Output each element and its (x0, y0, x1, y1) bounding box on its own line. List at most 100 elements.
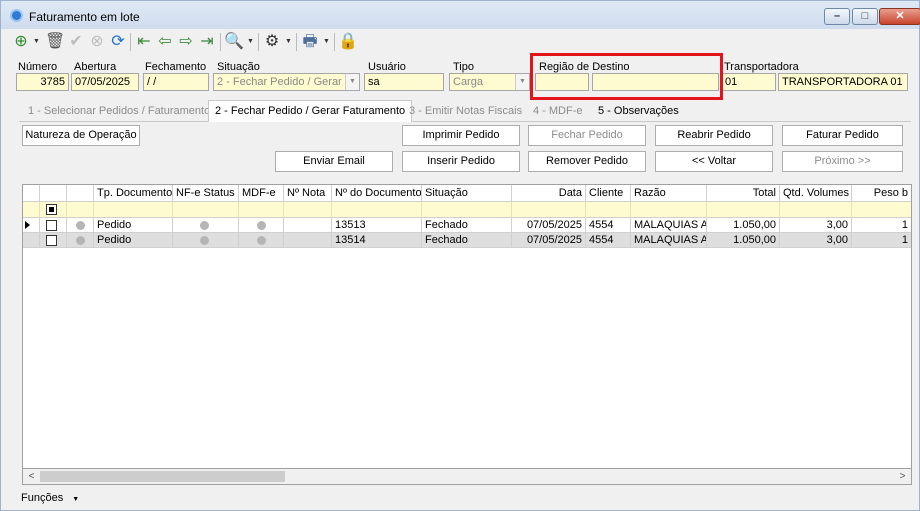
column-header[interactable]: Peso b (852, 185, 911, 202)
filter-cell[interactable] (239, 202, 284, 218)
close-button[interactable]: ✕ (879, 8, 920, 25)
filter-cell[interactable] (173, 202, 239, 218)
settings-dropdown-icon[interactable]: ▼ (285, 32, 293, 52)
column-header[interactable]: Nº do Documento (332, 185, 422, 202)
filter-cell[interactable] (631, 202, 707, 218)
trash-icon[interactable]: 🗑 (45, 32, 65, 52)
orders-grid[interactable]: Tp. Documento NF-e Status MDF-e Nº Nota … (22, 184, 912, 485)
filter-cell[interactable] (332, 202, 422, 218)
select-column-header (40, 185, 67, 202)
minimize-icon: – (833, 10, 841, 22)
column-header[interactable]: Razão (631, 185, 707, 202)
tipo-cell: Pedido (94, 218, 173, 233)
toolbar-separator (130, 33, 131, 51)
inserir-pedido-button[interactable]: Inserir Pedido (402, 151, 520, 172)
filter-cell[interactable] (780, 202, 852, 218)
row-indicator (23, 233, 40, 248)
confirm-icon[interactable]: ✔ (66, 32, 86, 52)
grid-filter-row[interactable] (23, 202, 911, 218)
scroll-right-icon[interactable]: > (894, 469, 911, 484)
search-dropdown-icon[interactable]: ▼ (247, 32, 255, 52)
table-row[interactable]: Pedido 13513 Fechado 07/05/2025 4554 MAL… (23, 218, 911, 233)
next-record-icon[interactable]: ⇨ (176, 32, 196, 52)
select-all-checkbox[interactable] (46, 204, 57, 215)
status-cell (67, 233, 94, 248)
imprimir-pedido-button[interactable]: Imprimir Pedido (402, 125, 520, 146)
print-icon[interactable]: 🖶 (300, 32, 320, 52)
filter-cell[interactable] (94, 202, 173, 218)
add-icon[interactable]: ⊕ (11, 32, 31, 52)
status-dot-icon (76, 221, 85, 230)
reabrir-pedido-button[interactable]: Reabrir Pedido (655, 125, 773, 146)
proximo-button[interactable]: Próximo >> (782, 151, 903, 172)
filter-cell[interactable] (586, 202, 631, 218)
row-checkbox[interactable] (46, 220, 57, 231)
maximize-button[interactable]: □ (852, 8, 878, 25)
minimize-button[interactable]: – (824, 8, 850, 25)
filter-cell[interactable] (284, 202, 332, 218)
filter-cell[interactable] (422, 202, 512, 218)
table-row[interactable]: Pedido 13514 Fechado 07/05/2025 4554 MAL… (23, 233, 911, 248)
print-dropdown-icon[interactable]: ▼ (323, 32, 331, 52)
tipo-select[interactable]: Carga ▼ (449, 73, 530, 91)
mdfe-cell (239, 233, 284, 248)
faturar-pedido-button[interactable]: Faturar Pedido (782, 125, 903, 146)
select-cell[interactable] (40, 233, 67, 248)
first-record-icon[interactable]: ⇤ (134, 32, 154, 52)
situacao-select[interactable]: 2 - Fechar Pedido / Gerar Fat ▼ (213, 73, 360, 91)
usuario-field[interactable]: sa (364, 73, 444, 91)
remover-pedido-button[interactable]: Remover Pedido (528, 151, 646, 172)
filter-cell[interactable] (852, 202, 911, 218)
filter-cell[interactable] (67, 202, 94, 218)
volumes-cell: 3,00 (780, 233, 852, 248)
fechar-pedido-button[interactable]: Fechar Pedido (528, 125, 646, 146)
row-checkbox[interactable] (46, 235, 57, 246)
tab-mdfe[interactable]: 4 - MDF-e (533, 102, 583, 122)
filter-cell[interactable] (512, 202, 586, 218)
refresh-icon[interactable]: ⟳ (108, 32, 128, 52)
column-header[interactable]: Nº Nota (284, 185, 332, 202)
column-header[interactable]: Qtd. Volumes (780, 185, 852, 202)
tab-emitir-notas[interactable]: 3 - Emitir Notas Fiscais (409, 102, 522, 122)
scroll-left-icon[interactable]: < (23, 469, 40, 484)
column-header[interactable]: Situação (422, 185, 512, 202)
chevron-down-icon[interactable]: ▼ (345, 74, 359, 90)
funcoes-menu-button[interactable]: Funções ▼ (21, 489, 79, 507)
filter-cell[interactable] (707, 202, 780, 218)
column-header[interactable]: Cliente (586, 185, 631, 202)
abertura-field[interactable]: 07/05/2025 (71, 73, 139, 91)
status-dot-icon (257, 221, 266, 230)
data-cell: 07/05/2025 (512, 233, 586, 248)
column-header[interactable]: NF-e Status (173, 185, 239, 202)
transportadora-name-field[interactable]: TRANSPORTADORA 01 (778, 73, 908, 91)
tab-fechar-pedido[interactable]: 2 - Fechar Pedido / Gerar Faturamento (208, 100, 413, 122)
tab-observacoes[interactable]: 5 - Observações (598, 102, 679, 122)
nfe-status-cell (173, 233, 239, 248)
previous-record-icon[interactable]: ⇦ (155, 32, 175, 52)
volumes-cell: 3,00 (780, 218, 852, 233)
status-column-header (67, 185, 94, 202)
add-dropdown-icon[interactable]: ▼ (33, 32, 41, 52)
natureza-operacao-button[interactable]: Natureza de Operação (22, 125, 140, 146)
maximize-icon: □ (861, 10, 869, 22)
column-header[interactable]: Data (512, 185, 586, 202)
cancel-icon[interactable]: ⊗ (87, 32, 107, 52)
fechamento-field[interactable]: / / (143, 73, 209, 91)
numero-field[interactable]: 3785 (16, 73, 69, 91)
horizontal-scrollbar[interactable]: < > (22, 468, 912, 485)
search-icon[interactable]: 🔍 (224, 32, 244, 52)
last-record-icon[interactable]: ⇥ (197, 32, 217, 52)
column-header[interactable]: Total (707, 185, 780, 202)
enviar-email-button[interactable]: Enviar Email (275, 151, 393, 172)
voltar-button[interactable]: << Voltar (655, 151, 773, 172)
filter-cell[interactable] (40, 202, 67, 218)
column-header[interactable]: Tp. Documento (94, 185, 173, 202)
transportadora-code-field[interactable]: 01 (721, 73, 776, 91)
chevron-down-icon[interactable]: ▼ (515, 74, 529, 90)
lock-icon[interactable]: 🔒 (338, 32, 358, 52)
select-cell[interactable] (40, 218, 67, 233)
settings-icon[interactable]: ⚙ (262, 32, 282, 52)
column-header[interactable]: MDF-e (239, 185, 284, 202)
tab-selecionar-pedidos[interactable]: 1 - Selecionar Pedidos / Faturamento (28, 102, 210, 122)
scroll-thumb[interactable] (40, 471, 285, 482)
